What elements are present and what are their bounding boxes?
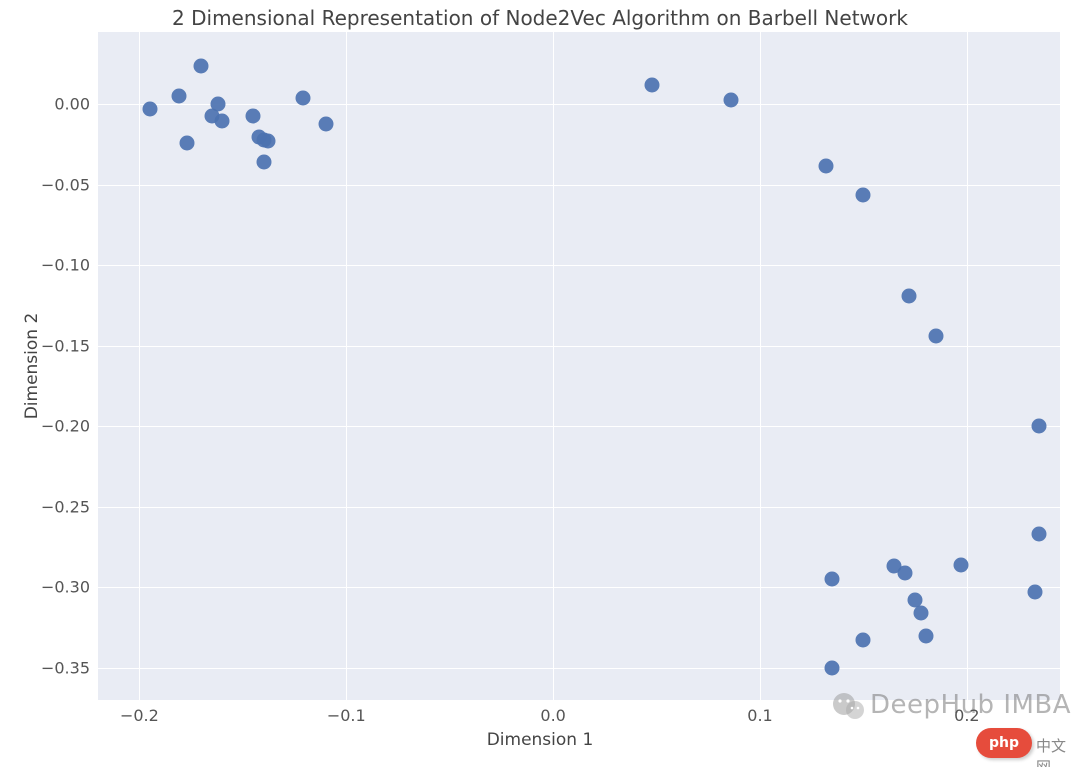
- scatter-point: [856, 633, 871, 648]
- grid-line: [98, 426, 1060, 427]
- grid-line: [98, 346, 1060, 347]
- scatter-point: [1028, 585, 1043, 600]
- scatter-point: [645, 78, 660, 93]
- y-tick-label: −0.30: [40, 578, 90, 597]
- scatter-point: [210, 97, 225, 112]
- scatter-point: [918, 628, 933, 643]
- scatter-point: [260, 134, 275, 149]
- x-tick-label: 0.0: [540, 706, 565, 725]
- x-tick-label: 0.1: [747, 706, 772, 725]
- php-text: 中文网: [1036, 735, 1080, 767]
- scatter-point: [295, 90, 310, 105]
- grid-line: [346, 32, 347, 700]
- scatter-point: [856, 187, 871, 202]
- scatter-point: [179, 136, 194, 151]
- scatter-point: [256, 155, 271, 170]
- x-tick-label: −0.1: [327, 706, 366, 725]
- scatter-point: [825, 572, 840, 587]
- scatter-point: [215, 113, 230, 128]
- scatter-point: [142, 102, 157, 117]
- x-axis-label: Dimension 1: [0, 730, 1080, 750]
- figure: 2 Dimensional Representation of Node2Vec…: [0, 0, 1080, 767]
- grid-line: [98, 507, 1060, 508]
- scatter-point: [1032, 419, 1047, 434]
- grid-line: [98, 104, 1060, 105]
- y-tick-label: −0.20: [40, 417, 90, 436]
- scatter-point: [819, 158, 834, 173]
- scatter-point: [897, 565, 912, 580]
- grid-line: [98, 265, 1060, 266]
- scatter-point: [901, 288, 916, 303]
- scatter-point: [171, 89, 186, 104]
- grid-line: [967, 32, 968, 700]
- scatter-point: [825, 660, 840, 675]
- x-tick-label: −0.2: [120, 706, 159, 725]
- grid-line: [98, 668, 1060, 669]
- scatter-point: [953, 557, 968, 572]
- scatter-point: [1032, 527, 1047, 542]
- plot-area: [98, 32, 1060, 700]
- grid-line: [553, 32, 554, 700]
- grid-line: [760, 32, 761, 700]
- y-axis-label: Dimension 2: [22, 311, 42, 421]
- scatter-point: [318, 116, 333, 131]
- chart-title: 2 Dimensional Representation of Node2Vec…: [0, 6, 1080, 30]
- scatter-point: [724, 92, 739, 107]
- scatter-point: [914, 606, 929, 621]
- y-tick-label: −0.10: [40, 256, 90, 275]
- y-tick-label: −0.05: [40, 175, 90, 194]
- y-tick-label: 0.00: [40, 95, 90, 114]
- grid-line: [139, 32, 140, 700]
- y-tick-label: −0.35: [40, 658, 90, 677]
- grid-line: [98, 587, 1060, 588]
- y-tick-label: −0.15: [40, 336, 90, 355]
- php-badge: php: [976, 728, 1032, 758]
- grid-line: [98, 185, 1060, 186]
- scatter-point: [246, 108, 261, 123]
- scatter-point: [194, 58, 209, 73]
- wechat-icon: [830, 688, 866, 724]
- x-tick-label: 0.2: [954, 706, 979, 725]
- scatter-point: [928, 329, 943, 344]
- y-tick-label: −0.25: [40, 497, 90, 516]
